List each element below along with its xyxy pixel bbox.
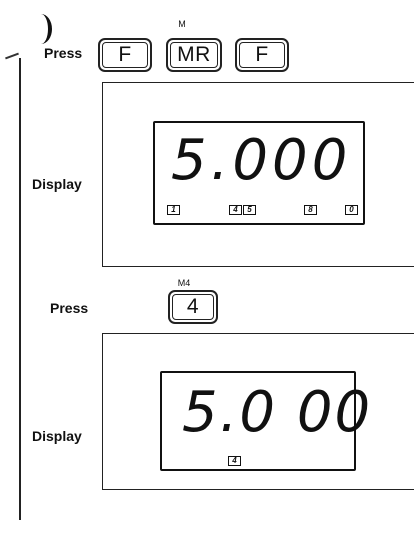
annunciator-indicator: 4 (228, 456, 241, 466)
display-readout: 5.000 (171, 128, 352, 193)
press-label: Press (50, 300, 89, 316)
annunciator-indicator: 1 (167, 205, 180, 215)
page-left-rule (19, 58, 21, 520)
key-legend: M (178, 19, 186, 29)
display-readout: 5.0 00 (182, 380, 373, 445)
annunciator-indicator: 0 (345, 205, 358, 215)
led-display: 5.000 1 4 5 8 0 (153, 121, 365, 225)
annunciator-indicator: 4 (229, 205, 242, 215)
annunciator-indicator: 5 (243, 205, 256, 215)
4-key-button[interactable]: 4 (168, 290, 218, 324)
key-label: F (239, 42, 285, 68)
led-display: 5.0 00 4 (160, 371, 370, 471)
key-label: MR (170, 42, 218, 68)
display-label: Display (32, 176, 82, 192)
f-key-button[interactable]: F (235, 38, 289, 72)
mr-key-button[interactable]: MR (166, 38, 222, 72)
key-legend: M4 (177, 278, 191, 288)
annunciator-indicator: 8 (304, 205, 317, 215)
page-curl-mark (30, 14, 52, 44)
f-key-button[interactable]: F (98, 38, 152, 72)
key-label: 4 (172, 294, 214, 320)
key-label: F (102, 42, 148, 68)
display-label: Display (32, 428, 82, 444)
press-label: Press (44, 45, 83, 61)
page-corner-mark (5, 52, 19, 60)
